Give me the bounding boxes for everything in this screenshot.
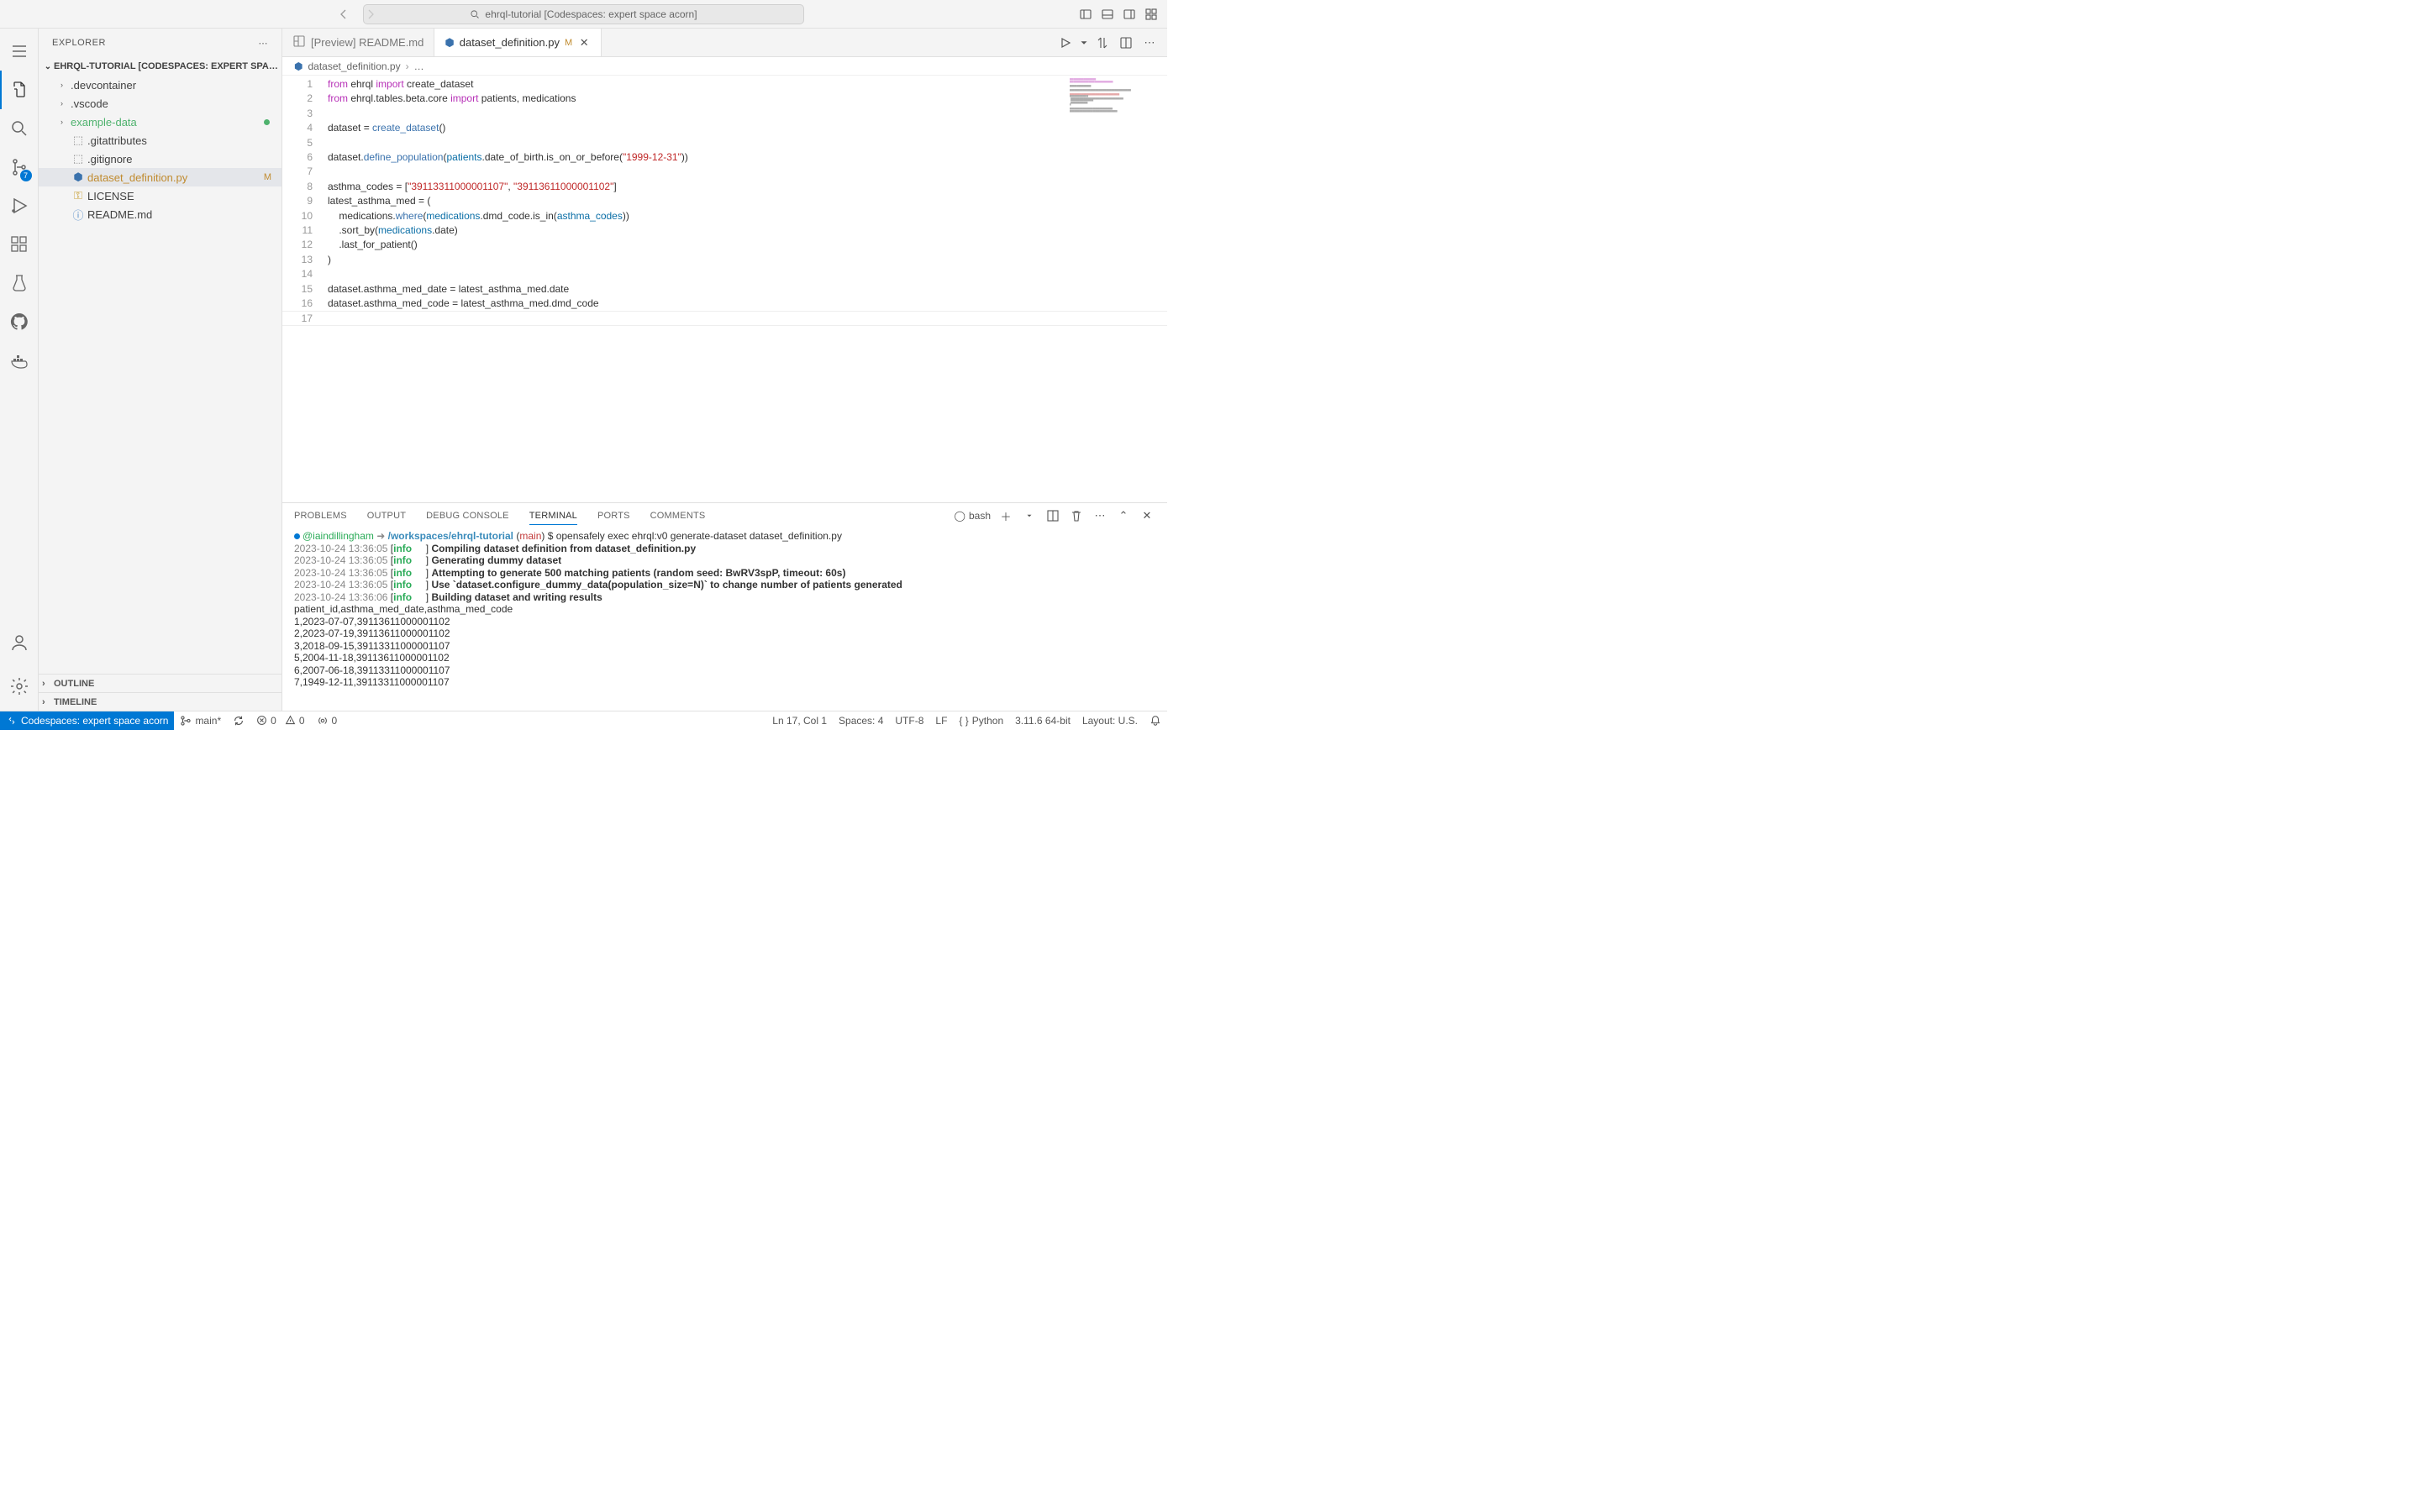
search-icon[interactable] [0,109,39,148]
breadcrumb-file: dataset_definition.py [308,60,400,72]
run-icon[interactable] [1055,32,1076,54]
more-icon[interactable]: ⋯ [1092,507,1108,524]
extensions-icon[interactable] [0,225,39,264]
panel-tab[interactable]: OUTPUT [367,511,406,521]
language-mode[interactable]: { }Python [953,711,1009,730]
braces-icon: { } [959,715,968,727]
breadcrumb-rest: … [414,60,424,72]
chevron-right-icon: › [60,81,69,89]
breadcrumb[interactable]: ⬢ dataset_definition.py › … [282,57,1167,76]
tab-readme[interactable]: [Preview] README.md [282,29,434,56]
notifications-icon[interactable] [1144,711,1167,730]
command-center[interactable]: ehrql-tutorial [Codespaces: expert space… [363,4,804,24]
python-file-icon: ⬢ [445,36,454,50]
titlebar: ehrql-tutorial [Codespaces: expert space… [0,0,1167,29]
tab-dataset-definition[interactable]: ⬢ dataset_definition.py M ✕ [434,29,602,56]
python-interpreter[interactable]: 3.11.6 64-bit [1009,711,1076,730]
encoding[interactable]: UTF-8 [889,711,929,730]
tab-label: dataset_definition.py [460,36,560,49]
editor[interactable]: 1234567891011121314151617 from ehrql imp… [282,76,1167,502]
cursor-position[interactable]: Ln 17, Col 1 [766,711,833,730]
tree-item[interactable]: ›.devcontainer [39,76,281,94]
terminal-shell-selector[interactable]: ◯bash [955,510,991,522]
settings-gear-icon[interactable] [0,667,39,706]
terminal-dropdown-icon[interactable] [1021,507,1038,524]
outline-section[interactable]: ›OUTLINE [39,674,281,692]
chevron-right-icon: › [406,60,409,72]
github-icon[interactable] [0,302,39,341]
explorer-title: EXPLORER [52,38,106,48]
errors-indicator[interactable]: 0 0 [250,711,310,730]
panel-tab[interactable]: DEBUG CONSOLE [426,511,509,521]
layout-panel-icon[interactable] [1098,5,1117,24]
panel-tab[interactable]: PROBLEMS [294,511,347,521]
terminal-output[interactable]: @iaindillingham ➜ /workspaces/ehrql-tuto… [282,528,1167,711]
compare-changes-icon[interactable] [1092,32,1113,54]
menu-icon[interactable] [0,32,39,71]
layout-sidebar-right-icon[interactable] [1120,5,1139,24]
command-center-text: ehrql-tutorial [Codespaces: expert space… [485,8,697,20]
branch-indicator[interactable]: main* [174,711,227,730]
circle-icon: ◯ [955,510,965,522]
remote-indicator[interactable]: Codespaces: expert space acorn [0,711,174,730]
layout-customize-icon[interactable] [1142,5,1160,24]
indentation[interactable]: Spaces: 4 [833,711,889,730]
close-panel-icon[interactable]: ✕ [1139,507,1155,524]
tree-item[interactable]: ⬚.gitignore [39,150,281,168]
tree-item[interactable]: ›.vscode [39,94,281,113]
tree-item[interactable]: ⚿LICENSE [39,186,281,205]
python-file-icon: ⬢ [294,60,302,72]
close-icon[interactable]: ✕ [577,36,591,50]
panel-tab[interactable]: TERMINAL [529,511,577,525]
sync-icon[interactable] [227,711,250,730]
docker-icon[interactable] [0,341,39,380]
nav-back-icon[interactable] [334,5,353,24]
tab-label: [Preview] README.md [311,36,424,49]
explorer-sidebar: EXPLORER ⋯ ⌄ EHRQL-TUTORIAL [CODESPACES:… [39,29,282,711]
tree-item[interactable]: ⬢dataset_definition.pyM [39,168,281,186]
split-editor-icon[interactable] [1115,32,1137,54]
tree-item[interactable]: ›example-data [39,113,281,131]
folder-section-header[interactable]: ⌄ EHRQL-TUTORIAL [CODESPACES: EXPERT SPA… [39,57,281,76]
timeline-section[interactable]: ›TIMELINE [39,692,281,711]
panel: PROBLEMS OUTPUT DEBUG CONSOLE TERMINAL PORTS… [282,502,1167,711]
folder-section-label: EHRQL-TUTORIAL [CODESPACES: EXPERT SPA… [54,61,278,71]
panel-tab[interactable]: PORTS [597,511,630,521]
testing-icon[interactable] [0,264,39,302]
nav-forward-icon[interactable] [361,5,380,24]
ports-indicator[interactable]: 0 [311,711,344,730]
chevron-right-icon: › [42,697,54,707]
eol[interactable]: LF [929,711,953,730]
chevron-right-icon: › [60,99,69,108]
layout-sidebar-left-icon[interactable] [1076,5,1095,24]
source-control-icon[interactable]: 7 [0,148,39,186]
chevron-down-icon: ⌄ [42,62,54,71]
chevron-up-icon[interactable]: ⌃ [1115,507,1132,524]
kill-terminal-icon[interactable] [1068,507,1085,524]
chevron-right-icon: › [60,118,69,126]
status-bar: Codespaces: expert space acorn main* 0 0… [0,711,1167,729]
panel-tab[interactable]: COMMENTS [650,511,706,521]
chevron-right-icon: › [42,679,54,689]
split-terminal-icon[interactable] [1044,507,1061,524]
tree-item[interactable]: ⓘREADME.md [39,205,281,223]
keyboard-layout[interactable]: Layout: U.S. [1076,711,1144,730]
explorer-more-icon[interactable]: ⋯ [259,38,269,49]
run-dropdown-icon[interactable] [1078,32,1090,54]
editor-tabs: [Preview] README.md ⬢ dataset_definition… [282,29,1167,57]
accounts-icon[interactable] [0,623,39,662]
modified-indicator: M [565,38,572,48]
new-terminal-icon[interactable]: ＋ [997,507,1014,524]
tree-item[interactable]: ⬚.gitattributes [39,131,281,150]
activity-bar: 7 [0,29,39,711]
preview-icon [292,34,306,50]
explorer-icon[interactable] [0,71,39,109]
more-icon[interactable]: ⋯ [1139,32,1160,54]
run-debug-icon[interactable] [0,186,39,225]
scm-badge: 7 [20,170,32,181]
